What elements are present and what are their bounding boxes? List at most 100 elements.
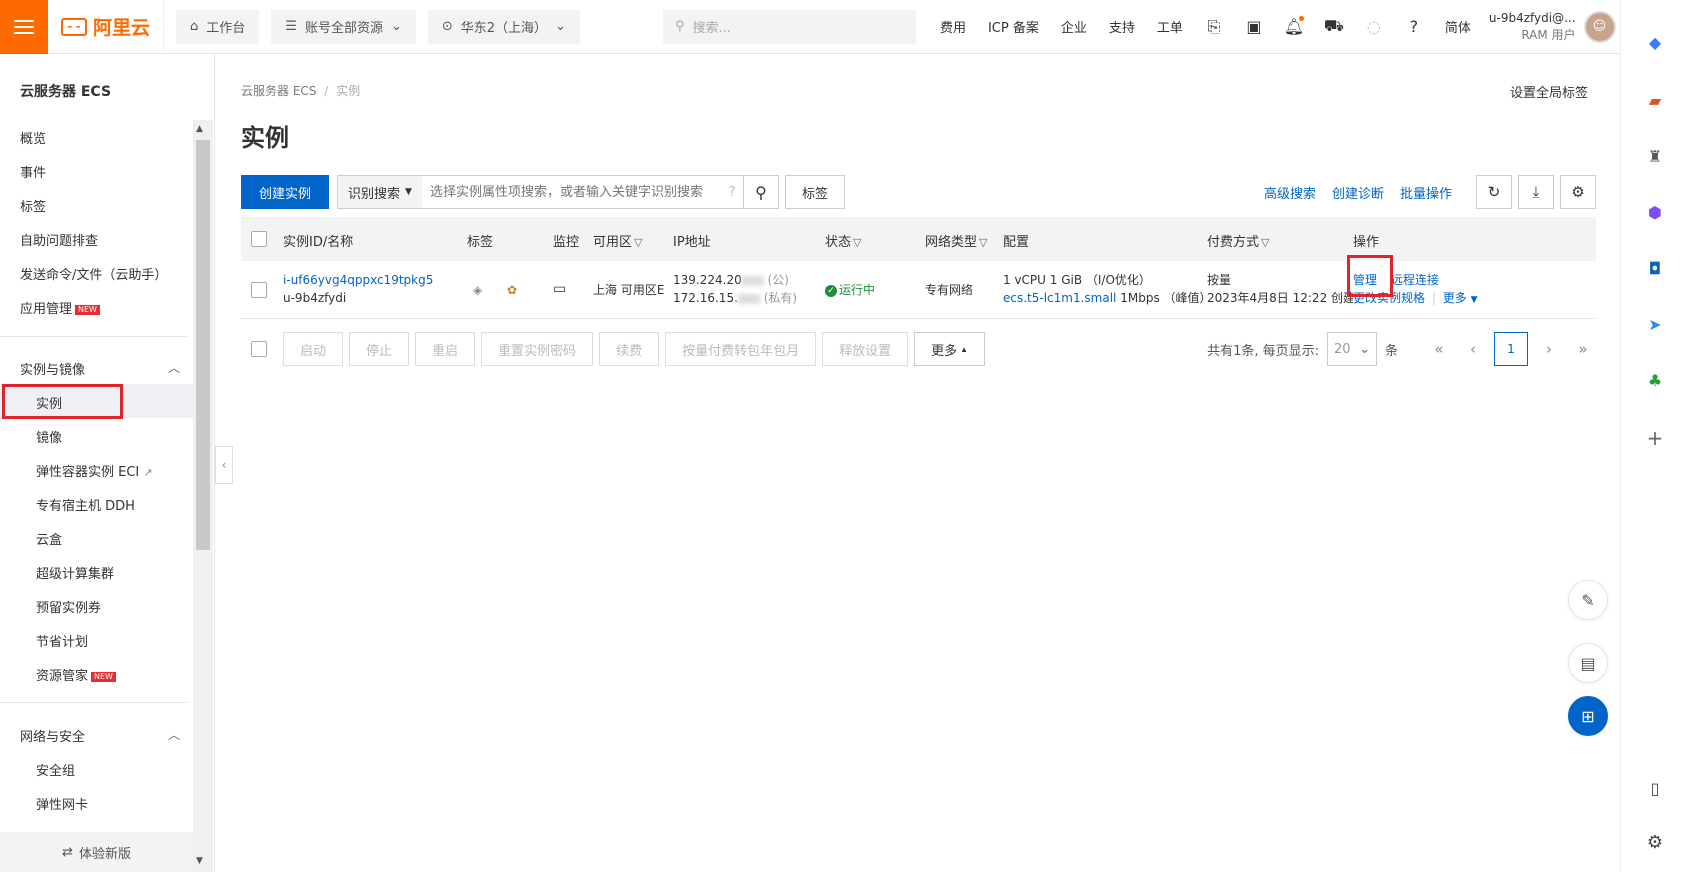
advanced-search-link[interactable]: 高级搜索 xyxy=(1264,183,1316,202)
menu-icon[interactable] xyxy=(0,0,48,54)
page-size-select[interactable]: 20 ⌄ xyxy=(1326,332,1377,366)
toolbox-icon[interactable]: ▰ xyxy=(1643,88,1667,112)
refresh-icon[interactable]: ↻ xyxy=(1476,175,1512,209)
resources-dropdown[interactable]: ☰ 账号全部资源 ⌄ xyxy=(271,9,416,44)
first-page-icon[interactable]: « xyxy=(1426,340,1452,358)
col-status[interactable]: 状态 ▽ xyxy=(825,231,861,250)
link-billing[interactable]: 费用 xyxy=(940,17,966,36)
user-menu[interactable]: u-9b4zfydi@... RAM 用户 ☺ xyxy=(1489,10,1616,44)
more-actions-dropdown[interactable]: 更多 ▼ xyxy=(1443,291,1478,305)
prev-page-icon[interactable]: ‹ xyxy=(1460,340,1486,358)
convert-billing-button[interactable]: 按量付费转包年包月 xyxy=(665,332,817,366)
sidebar-group-network-security[interactable]: 网络与安全 ︿ xyxy=(20,726,180,745)
renew-button[interactable]: 续费 xyxy=(599,332,660,366)
create-instance-button[interactable]: 创建实例 xyxy=(241,175,330,209)
tag-filter-button[interactable]: 标签 xyxy=(785,175,846,209)
sidebar-item-scc[interactable]: 超级计算集群 xyxy=(36,563,114,582)
link-enterprise[interactable]: 企业 xyxy=(1061,17,1087,36)
region-dropdown[interactable]: ⊙ 华东2（上海） ⌄ xyxy=(427,9,580,44)
sidebar-item-eci[interactable]: 弹性容器实例 ECI ↗ xyxy=(36,461,153,480)
col-network[interactable]: 网络类型 ▽ xyxy=(925,231,987,250)
scroll-up-icon[interactable]: ▲ xyxy=(196,124,203,134)
link-support[interactable]: 支持 xyxy=(1109,17,1135,36)
sidebar-item-troubleshoot[interactable]: 自助问题排查 xyxy=(20,230,98,249)
workbench-button[interactable]: ⌂ 工作台 xyxy=(176,9,260,44)
edit-icon[interactable]: ✎ xyxy=(1568,580,1608,620)
sidebar-item-ddh[interactable]: 专有宿主机 DDH xyxy=(36,495,135,514)
avatar[interactable]: ☺ xyxy=(1583,10,1616,43)
create-diagnosis-link[interactable]: 创建诊断 xyxy=(1332,183,1384,202)
language-switch[interactable]: 简体 xyxy=(1445,17,1471,36)
settings-icon[interactable]: ⚙ xyxy=(1560,175,1596,209)
add-icon[interactable]: + xyxy=(1643,426,1667,450)
search-mode-dropdown[interactable]: 识别搜索 ▼ xyxy=(338,176,422,208)
sidebar-item-resource-manager[interactable]: 资源管家 NEW xyxy=(36,665,116,684)
sidebar-item-eni[interactable]: 弹性网卡 xyxy=(36,794,88,813)
app-icon[interactable]: ⎘ xyxy=(1205,17,1223,36)
reset-password-button[interactable]: 重置实例密码 xyxy=(481,332,594,366)
instance-type-link[interactable]: ecs.t5-lc1m1.small xyxy=(1003,291,1116,305)
sidebar-item-events[interactable]: 事件 xyxy=(20,162,46,181)
restart-button[interactable]: 重启 xyxy=(415,332,476,366)
colorful-tag-icon[interactable]: ✿ xyxy=(507,281,517,299)
send-icon[interactable]: ➤ xyxy=(1643,312,1667,336)
sidebar-item-cloud-box[interactable]: 云盒 xyxy=(36,529,62,548)
release-settings-button[interactable]: 释放设置 xyxy=(822,332,909,366)
remote-connect-link[interactable]: 远程连接 xyxy=(1391,273,1439,287)
filter-icon[interactable]: ▽ xyxy=(979,236,987,249)
sidebar-item-app-management[interactable]: 应用管理 NEW xyxy=(20,298,100,317)
last-page-icon[interactable]: » xyxy=(1570,340,1596,358)
sidebar-scroll-thumb[interactable] xyxy=(196,140,210,550)
download-icon[interactable]: ⤓ xyxy=(1518,175,1554,209)
sidebar-item-savings-plan[interactable]: 节省计划 xyxy=(36,631,88,650)
aliyun-logo[interactable]: - - 阿里云 xyxy=(48,0,164,54)
lightbulb-icon[interactable]: ◌ xyxy=(1365,17,1383,36)
instance-search-input[interactable] xyxy=(421,176,722,208)
help-icon[interactable]: ? xyxy=(721,176,743,208)
col-billing[interactable]: 付费方式 ▽ xyxy=(1207,231,1269,250)
help-icon[interactable]: ? xyxy=(1405,17,1423,36)
copilot-icon[interactable]: ⬢ xyxy=(1643,200,1667,224)
next-page-icon[interactable]: › xyxy=(1536,340,1562,358)
filter-icon[interactable]: ▽ xyxy=(634,236,642,249)
tree-icon[interactable]: ♣ xyxy=(1643,368,1667,392)
sidebar-item-tags[interactable]: 标签 xyxy=(20,196,46,215)
chess-icon[interactable]: ♜ xyxy=(1643,144,1667,168)
link-icp[interactable]: ICP 备案 xyxy=(988,17,1039,36)
sidebar-item-security-group[interactable]: 安全组 xyxy=(36,760,75,779)
global-search-input[interactable]: ⚲ 搜索... xyxy=(662,9,916,44)
settings-icon[interactable]: ⚙ xyxy=(1643,830,1667,854)
more-batch-button[interactable]: 更多 ▲ xyxy=(914,332,986,366)
outlook-icon[interactable]: ◘ xyxy=(1643,256,1667,280)
filter-icon[interactable]: ▽ xyxy=(853,236,861,249)
scroll-down-icon[interactable]: ▼ xyxy=(196,856,203,866)
stop-button[interactable]: 停止 xyxy=(349,332,410,366)
start-button[interactable]: 启动 xyxy=(283,332,344,366)
tag-icon[interactable]: ◈ xyxy=(473,281,482,299)
bell-icon[interactable]: 🔔︎ xyxy=(1284,15,1304,36)
sidebar-item-reserved[interactable]: 预留实例券 xyxy=(36,597,101,616)
row-checkbox[interactable] xyxy=(251,282,267,298)
sidebar-item-cloud-assistant[interactable]: 发送命令/文件（云助手） xyxy=(20,264,167,283)
sidebar-item-images[interactable]: 镜像 xyxy=(36,427,62,446)
monitor-icon[interactable]: ▭ xyxy=(553,280,566,298)
search-button[interactable]: ⚲ xyxy=(743,175,780,209)
try-new-version-button[interactable]: ⇄ 体验新版 xyxy=(0,832,193,872)
col-zone[interactable]: 可用区 ▽ xyxy=(593,231,642,250)
set-global-tag-link[interactable]: 设置全局标签 xyxy=(1510,82,1588,101)
sidebar-item-overview[interactable]: 概览 xyxy=(20,128,46,147)
sidebar-toggle-icon[interactable]: ▯ xyxy=(1643,776,1667,800)
current-page-button[interactable]: 1 xyxy=(1494,332,1528,366)
apps-icon[interactable]: ⊞ xyxy=(1568,696,1608,736)
select-all-checkbox[interactable] xyxy=(251,231,267,247)
tag-icon[interactable]: ◆ xyxy=(1643,30,1667,54)
terminal-icon[interactable]: ▣ xyxy=(1245,17,1263,36)
cart-icon[interactable]: ⛟ xyxy=(1324,16,1344,36)
filter-icon[interactable]: ▽ xyxy=(1261,236,1269,249)
batch-ops-link[interactable]: 批量操作 xyxy=(1400,183,1452,202)
footer-select-all-checkbox[interactable] xyxy=(251,341,267,357)
breadcrumb-root[interactable]: 云服务器 ECS xyxy=(241,84,316,98)
sidebar-group-instances-images[interactable]: 实例与镜像 ︿ xyxy=(20,359,180,378)
instance-id-link[interactable]: i-uf66yvg4qppxc19tpkg5 xyxy=(283,271,433,289)
feedback-icon[interactable]: ▤ xyxy=(1568,643,1608,683)
